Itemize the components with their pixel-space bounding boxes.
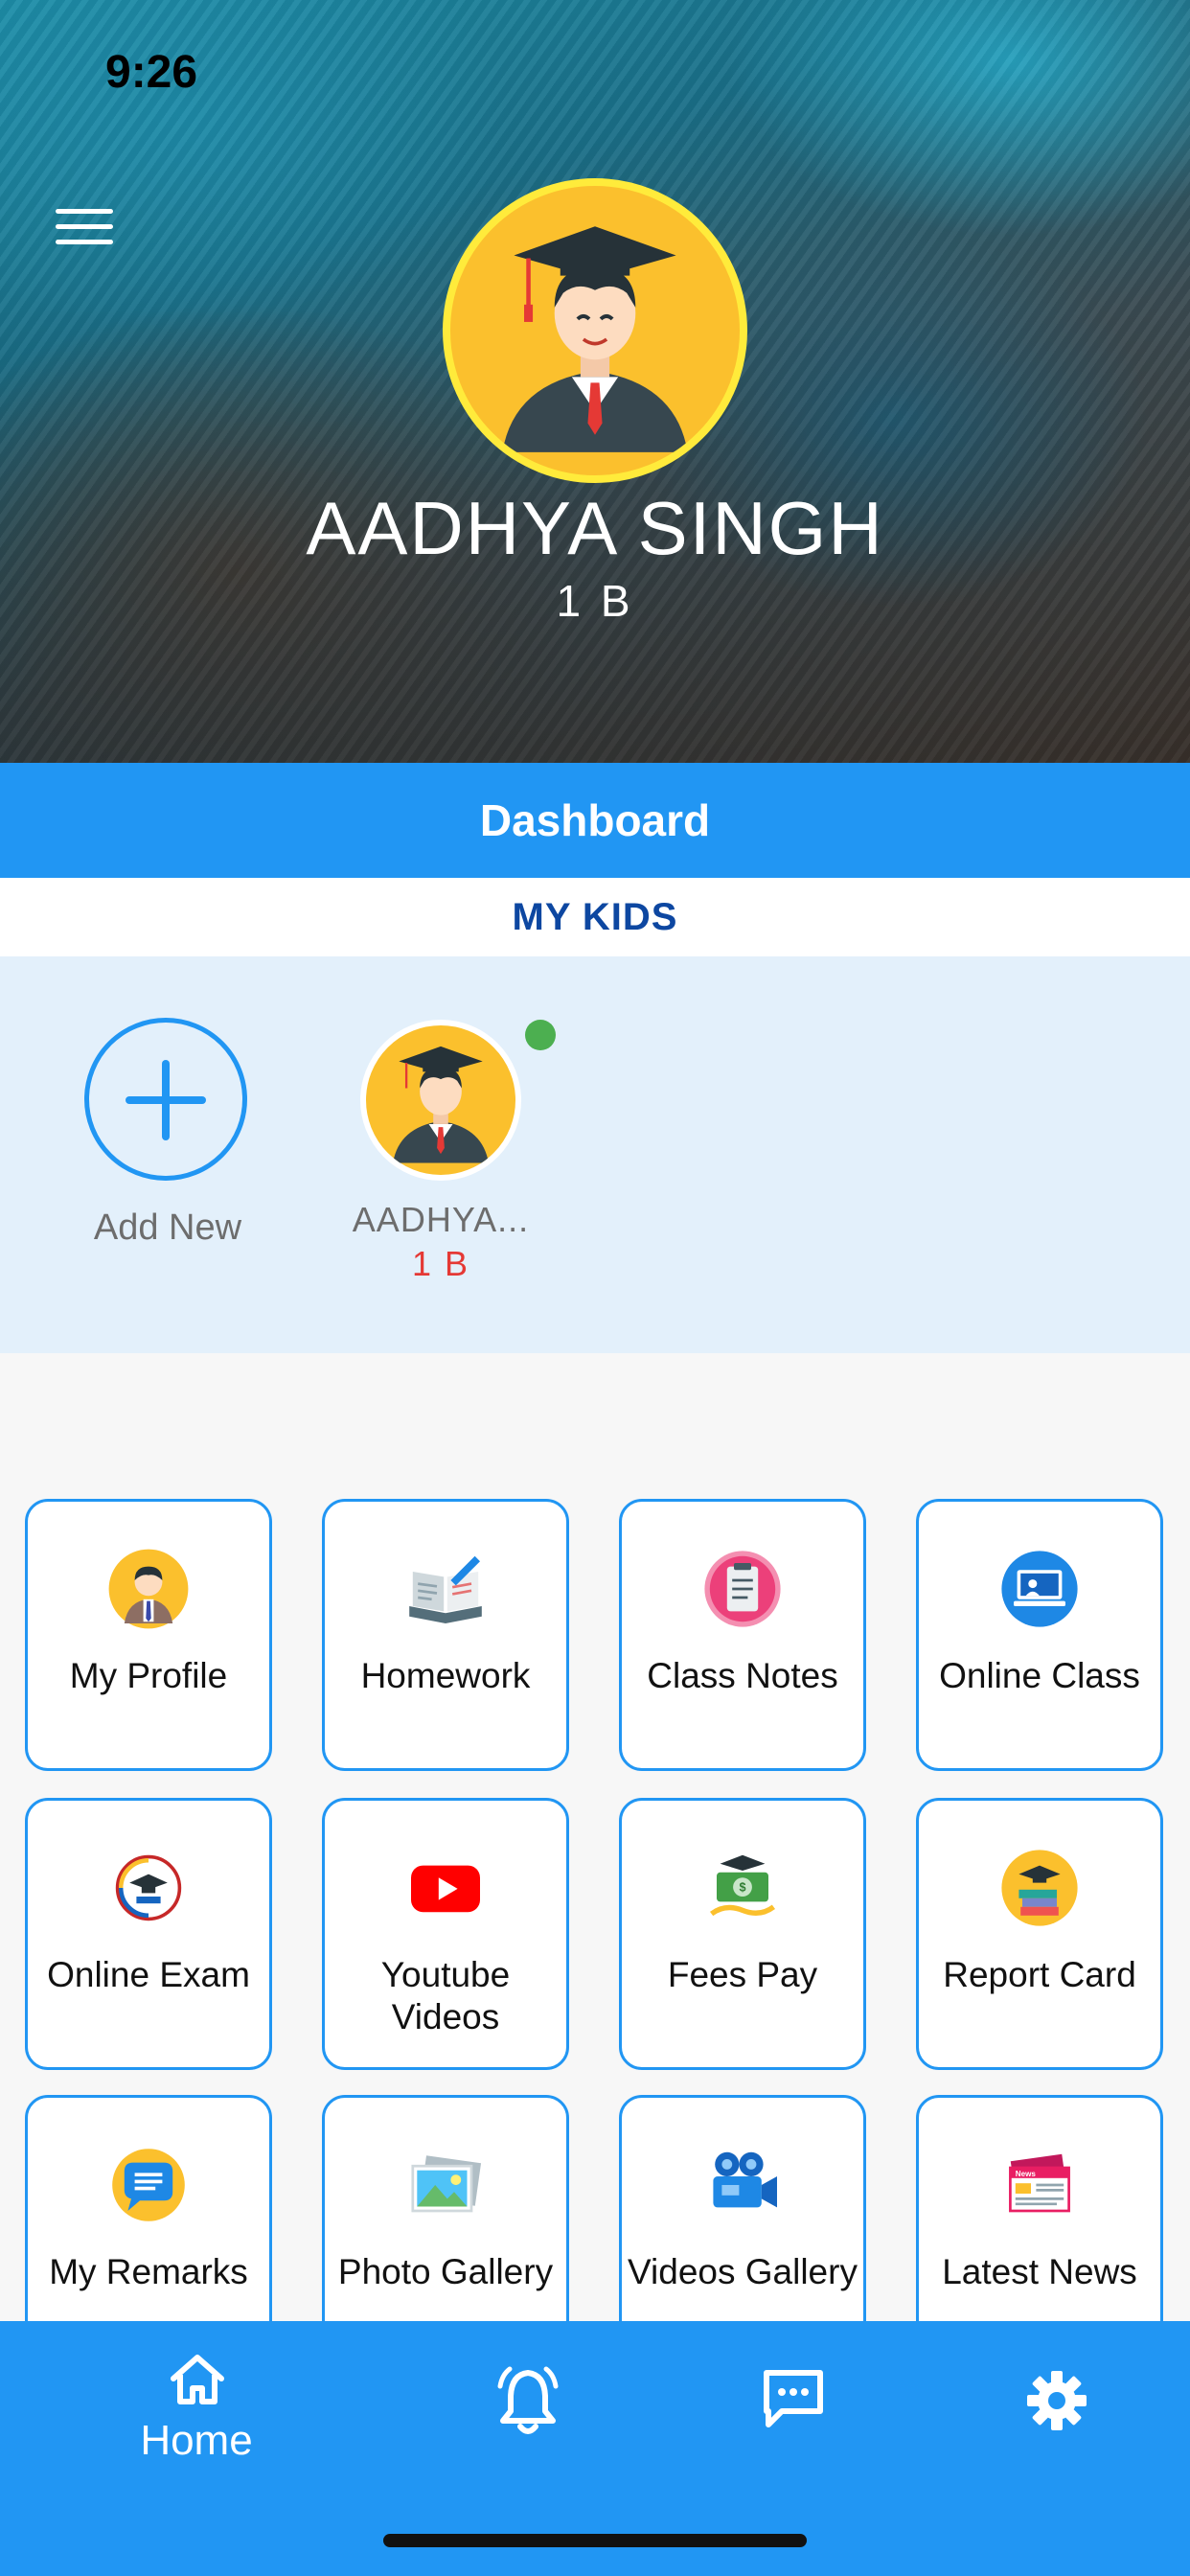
menu-button[interactable] [56,209,113,247]
homework-icon [409,1555,482,1623]
video-camera-icon [713,2151,777,2208]
tile-label: Online Exam [47,1955,250,1994]
student-avatar [443,178,747,483]
my-kids-title: MY KIDS [0,878,1190,956]
kids-list: Add New AADHYA... 1 B [0,956,1190,1353]
online-exam-icon [115,1854,182,1921]
tile-label: Latest News [942,2252,1137,2291]
tile-label: Youtube Videos [380,1955,511,2036]
settings-icon [1027,2371,1087,2430]
nav-notifications[interactable] [494,2365,561,2438]
tile-label: Homework [360,1656,531,1695]
add-kid-button[interactable] [84,1018,247,1181]
tile-label: Photo Gallery [337,2252,554,2291]
tile-homework[interactable]: Homework [322,1499,569,1771]
kid-avatar[interactable] [360,1020,521,1181]
tile-online-class[interactable]: Online Class [916,1499,1163,1771]
tile-photo-gallery[interactable]: Photo Gallery [322,2095,569,2321]
dashboard-title: Dashboard [0,763,1190,878]
tile-youtube-videos[interactable]: Youtube Videos [322,1798,569,2070]
menu-icon [56,209,113,214]
tile-class-notes[interactable]: Class Notes [619,1499,866,1771]
remarks-icon [112,2149,185,2221]
nav-home-label: Home [140,2417,253,2464]
online-status-dot [525,1020,556,1050]
home-indicator [383,2534,807,2547]
kid-name[interactable]: AADHYA... [326,1200,556,1240]
tile-my-remarks[interactable]: My Remarks [25,2095,272,2321]
tile-label: Fees Pay [667,1955,818,1994]
kid-class: 1 B [411,1244,470,1283]
student-name: AADHYA SINGH [306,486,884,570]
youtube-icon [411,1865,480,1913]
svg-text:$: $ [739,1881,745,1895]
class-notes-icon [704,1551,781,1627]
tile-videos-gallery[interactable]: Videos Gallery [619,2095,866,2321]
fees-pay-icon: $ [709,1854,776,1917]
chat-icon [764,2370,823,2427]
report-card-icon [1001,1850,1078,1926]
photo-gallery-icon [411,2155,482,2213]
tile-label: My Remarks [49,2252,248,2291]
home-icon [171,2355,224,2404]
tile-my-profile[interactable]: My Profile [25,1499,272,1771]
student-class: 1 B [556,576,634,626]
news-icon: News [1009,2153,1070,2213]
bell-icon [497,2366,559,2434]
nav-settings[interactable] [1025,2369,1088,2432]
add-kid-label: Add New [93,1208,242,1248]
online-class-icon [1001,1551,1078,1627]
status-time: 9:26 [105,47,198,98]
tile-label: Class Notes [647,1656,838,1695]
tile-label: Online Class [939,1656,1140,1695]
tile-report-card[interactable]: Report Card [916,1798,1163,2070]
svg-text:News: News [1016,2170,1037,2178]
nav-messages[interactable] [761,2367,826,2430]
tile-fees-pay[interactable]: $ Fees Pay [619,1798,866,2070]
profile-icon [108,1549,189,1629]
tile-online-exam[interactable]: Online Exam [25,1798,272,2070]
tile-label: My Profile [69,1656,228,1695]
tile-label: Videos Gallery [628,2252,858,2291]
tile-latest-news[interactable]: News Latest News [916,2095,1163,2321]
feature-grid: My Profile Homework Class Notes Online C… [0,1353,1190,2321]
tile-label: Report Card [943,1955,1136,1994]
